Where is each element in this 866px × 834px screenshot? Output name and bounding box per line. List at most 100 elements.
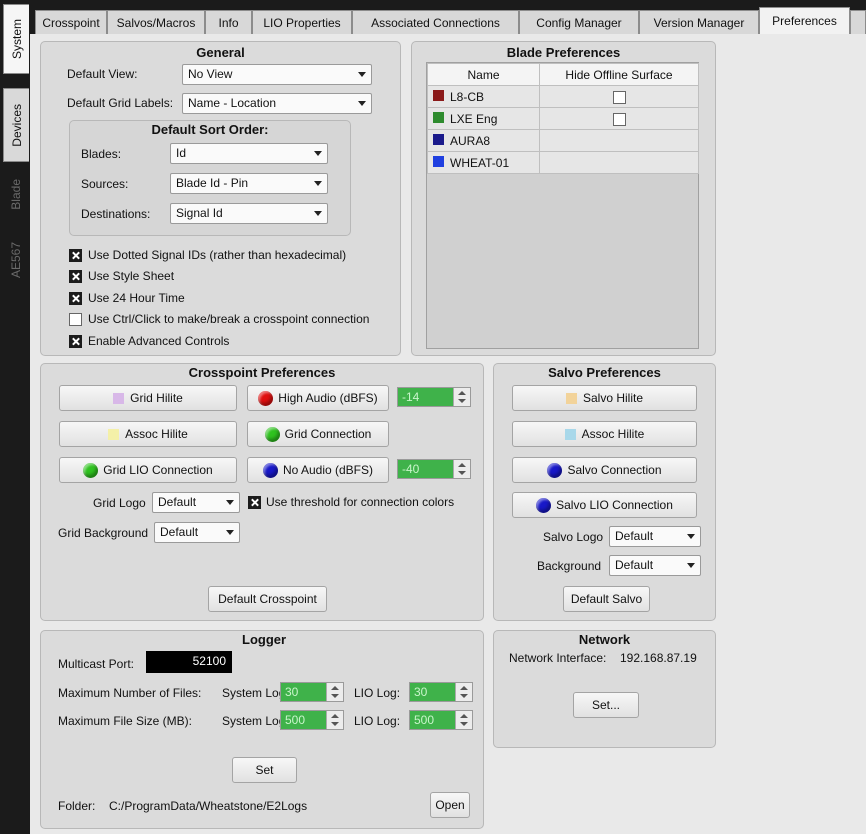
default-view-label: Default View: — [67, 67, 138, 81]
size-lio-log-spinbox[interactable]: 500 — [409, 710, 473, 730]
files-system-log-spinbox[interactable]: 30 — [280, 682, 344, 702]
grid-logo-label: Grid Logo — [93, 496, 146, 510]
salvo-assoc-hilite-button[interactable]: Assoc Hilite — [512, 421, 697, 447]
side-tab-devices[interactable]: Devices — [3, 88, 29, 162]
open-folder-label: Open — [435, 798, 465, 812]
size-lio-log-value[interactable]: 500 — [410, 711, 455, 729]
destinations-sort-select[interactable]: Signal Id — [170, 203, 328, 224]
no-audio-button[interactable]: No Audio (dBFS) — [247, 457, 389, 483]
tab-overflow[interactable] — [850, 10, 866, 34]
sources-label: Sources: — [81, 177, 129, 191]
default-view-select[interactable]: No View — [182, 64, 372, 85]
tab-config-manager[interactable]: Config Manager — [519, 10, 639, 34]
size-system-log-spinbox[interactable]: 500 — [280, 710, 344, 730]
col-hide-header[interactable]: Hide Offline Surface — [539, 63, 699, 86]
high-audio-button[interactable]: High Audio (dBFS) — [247, 385, 389, 411]
side-tab-ae567[interactable]: AE567 — [3, 228, 29, 292]
spin-arrows-icon[interactable] — [326, 683, 343, 701]
destinations-label: Destinations: — [81, 207, 151, 221]
assoc-hilite-label: Assoc Hilite — [125, 427, 188, 441]
tab-info[interactable]: Info — [205, 10, 252, 34]
spin-arrows-icon[interactable] — [455, 711, 472, 729]
grid-lio-connection-button[interactable]: Grid LIO Connection — [59, 457, 237, 483]
tab-label: Version Manager — [653, 15, 745, 30]
spin-arrows-icon[interactable] — [326, 711, 343, 729]
network-set-label: Set... — [591, 698, 620, 712]
red-led-icon — [258, 390, 274, 406]
tab-version-manager[interactable]: Version Manager — [639, 10, 759, 34]
blade-table-body: L8-CB LXE Eng AURA8 WHEAT-01 — [427, 85, 699, 174]
salvo-hilite-label: Salvo Hilite — [582, 391, 644, 405]
grid-logo-select[interactable]: Default — [152, 492, 240, 513]
advanced-controls-checkbox[interactable] — [69, 335, 82, 348]
crosspoint-prefs-title: Crosspoint Preferences — [188, 365, 336, 380]
size-system-log-value[interactable]: 500 — [281, 711, 326, 729]
salvo-hilite-button[interactable]: Salvo Hilite — [512, 385, 697, 411]
col-name-header[interactable]: Name — [427, 63, 540, 86]
24-hour-checkbox[interactable] — [69, 292, 82, 305]
side-tab-blade[interactable]: Blade — [3, 166, 29, 222]
high-audio-value[interactable]: -14 — [398, 388, 453, 406]
blades-sort-select[interactable]: Id — [170, 143, 328, 164]
max-files-label: Maximum Number of Files: — [58, 686, 202, 700]
grid-hilite-button[interactable]: Grid Hilite — [59, 385, 237, 411]
table-row[interactable]: AURA8 — [427, 129, 699, 152]
general-panel: General Default View: No View Default Gr… — [40, 41, 401, 356]
salvo-logo-select[interactable]: Default — [609, 526, 701, 547]
salvo-connection-button[interactable]: Salvo Connection — [512, 457, 697, 483]
high-audio-spinbox[interactable]: -14 — [397, 387, 471, 407]
default-crosspoint-button[interactable]: Default Crosspoint — [208, 586, 327, 612]
grid-logo-value: Default — [158, 495, 197, 509]
no-audio-value[interactable]: -40 — [398, 460, 453, 478]
threshold-checkbox[interactable] — [248, 496, 261, 509]
spin-arrows-icon[interactable] — [453, 388, 470, 406]
table-row[interactable]: WHEAT-01 — [427, 151, 699, 174]
style-sheet-checkbox[interactable] — [69, 270, 82, 283]
chevron-down-icon — [226, 500, 234, 505]
ctrl-click-checkbox[interactable] — [69, 313, 82, 326]
grid-connection-button[interactable]: Grid Connection — [247, 421, 389, 447]
grid-labels-label: Default Grid Labels: — [67, 96, 174, 110]
hide-offline-checkbox[interactable] — [612, 112, 626, 126]
salvo-logo-value: Default — [615, 529, 654, 543]
tab-associated-connections[interactable]: Associated Connections — [352, 10, 519, 34]
files-lio-log-value[interactable]: 30 — [410, 683, 455, 701]
assoc-hilite-button[interactable]: Assoc Hilite — [59, 421, 237, 447]
sources-sort-select[interactable]: Blade Id - Pin — [170, 173, 328, 194]
spin-arrows-icon[interactable] — [455, 683, 472, 701]
color-swatch — [433, 111, 444, 123]
table-cell — [539, 85, 699, 108]
table-cell — [539, 107, 699, 130]
color-swatch — [433, 133, 444, 145]
network-set-button[interactable]: Set... — [573, 692, 639, 718]
chevron-down-icon — [314, 211, 322, 216]
color-swatch — [433, 89, 444, 101]
grid-background-select[interactable]: Default — [154, 522, 240, 543]
no-audio-spinbox[interactable]: -40 — [397, 459, 471, 479]
salvo-assoc-hilite-swatch — [564, 428, 576, 440]
grid-labels-select[interactable]: Name - Location — [182, 93, 372, 114]
table-row[interactable]: L8-CB — [427, 85, 699, 108]
salvo-background-select[interactable]: Default — [609, 555, 701, 576]
logger-set-button[interactable]: Set — [232, 757, 297, 783]
blade-name: LXE Eng — [450, 111, 498, 126]
salvo-lio-connection-button[interactable]: Salvo LIO Connection — [512, 492, 697, 518]
general-title: General — [196, 45, 245, 60]
tab-lio-properties[interactable]: LIO Properties — [252, 10, 352, 34]
files-lio-log-spinbox[interactable]: 30 — [409, 682, 473, 702]
network-panel: Network Network Interface: 192.168.87.19… — [493, 630, 716, 748]
spin-arrows-icon[interactable] — [453, 460, 470, 478]
files-system-log-value[interactable]: 30 — [281, 683, 326, 701]
dotted-ids-checkbox[interactable] — [69, 249, 82, 262]
logger-title: Logger — [242, 632, 287, 647]
side-tab-system[interactable]: System — [3, 4, 29, 74]
tab-crosspoint[interactable]: Crosspoint — [35, 10, 107, 34]
multicast-port-field[interactable]: 52100 — [146, 651, 232, 673]
tab-preferences[interactable]: Preferences — [759, 7, 850, 34]
tab-salvos-macros[interactable]: Salvos/Macros — [107, 10, 205, 34]
green-led-icon — [264, 426, 280, 442]
open-folder-button[interactable]: Open — [430, 792, 470, 818]
default-salvo-button[interactable]: Default Salvo — [563, 586, 650, 612]
hide-offline-checkbox[interactable] — [612, 90, 626, 104]
table-row[interactable]: LXE Eng — [427, 107, 699, 130]
